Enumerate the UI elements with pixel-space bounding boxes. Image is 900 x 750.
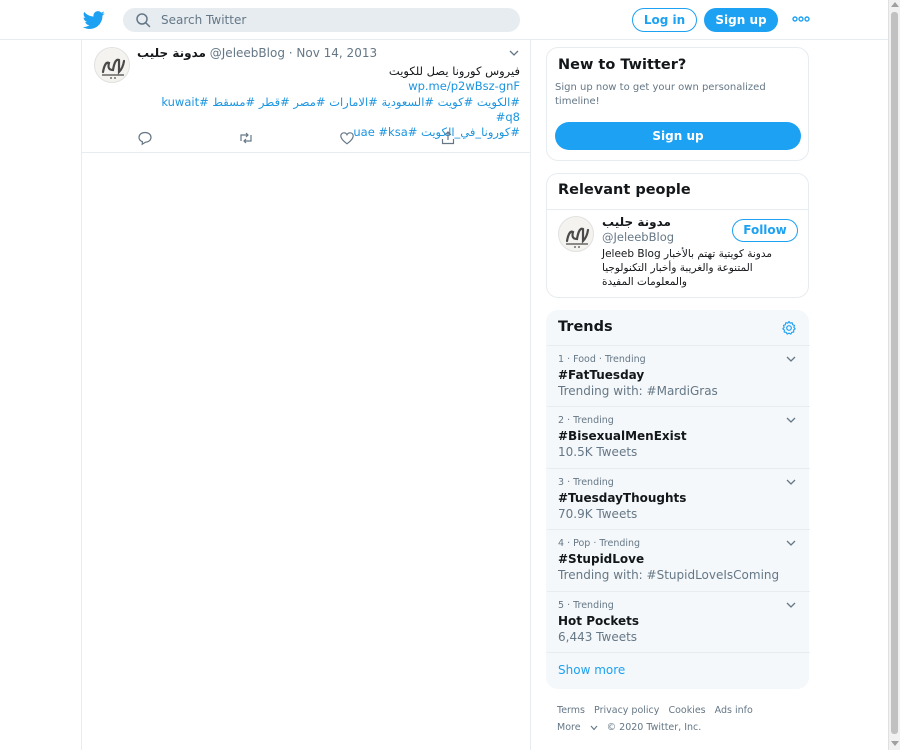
- trend-item[interactable]: 2 · Trending #BisexualMenExist 10.5K Twe…: [547, 406, 810, 467]
- timeline-empty-area: [82, 154, 530, 750]
- jeleeb-logo-icon: [101, 58, 126, 79]
- more-options-icon[interactable]: [792, 12, 810, 26]
- tweet-date[interactable]: Nov 14, 2013: [296, 46, 377, 60]
- trends-card: Trends 1 · Food · Trending #FatTuesday T…: [546, 310, 810, 690]
- trend-meta: 1 · Food · Trending: [558, 354, 646, 365]
- like-icon[interactable]: [339, 130, 355, 146]
- trend-subtitle: 70.9K Tweets: [558, 507, 638, 521]
- trend-title[interactable]: #BisexualMenExist: [558, 429, 687, 443]
- trend-meta: 3 · Trending: [558, 477, 614, 488]
- trend-meta: 5 · Trending: [558, 600, 614, 611]
- trend-subtitle: Trending with: #StupidLoveIsComing: [558, 568, 780, 582]
- search-icon: [136, 13, 151, 28]
- tweet-link[interactable]: wp.me/p2wBsz-gnF: [137, 79, 520, 94]
- scroll-down-arrow-icon[interactable]: [891, 741, 899, 746]
- footer-more-label[interactable]: More: [557, 722, 581, 733]
- relevant-people-card: Relevant people مدونة جليب @JeleebBlog F…: [546, 173, 809, 298]
- chevron-down-icon[interactable]: [590, 725, 598, 731]
- search-bar[interactable]: [123, 8, 520, 32]
- footer-more-link[interactable]: More: [557, 722, 601, 733]
- trend-title[interactable]: #StupidLove: [558, 552, 644, 566]
- chevron-down-icon[interactable]: [509, 50, 519, 56]
- trend-subtitle: Trending with: #MardiGras: [558, 384, 718, 398]
- search-input[interactable]: [161, 10, 501, 30]
- show-more-label[interactable]: Show more: [558, 663, 625, 677]
- chevron-down-icon[interactable]: [786, 602, 796, 608]
- chevron-down-icon[interactable]: [786, 540, 796, 546]
- tweet-text: فيروس كورونا يصل للكويت wp.me/p2wBsz-gnF…: [137, 64, 520, 140]
- person-handle[interactable]: @JeleebBlog: [602, 230, 674, 244]
- footer-ads-info-link[interactable]: Ads info: [715, 705, 753, 716]
- scroll-up-arrow-icon[interactable]: [891, 2, 899, 7]
- tweet-actions: [137, 130, 517, 146]
- tweet-header: مدونة جليب @JeleebBlog · Nov 14, 2013: [137, 46, 517, 62]
- scrollbar-thumb[interactable]: [891, 12, 898, 734]
- show-more-link[interactable]: Show more: [547, 652, 810, 690]
- trend-item[interactable]: 3 · Trending #TuesdayThoughts 70.9K Twee…: [547, 468, 810, 529]
- avatar[interactable]: [94, 47, 130, 83]
- top-bar: Log in Sign up: [0, 0, 888, 40]
- scrollbar[interactable]: [888, 0, 900, 750]
- chevron-down-icon[interactable]: [786, 479, 796, 485]
- footer: Terms Privacy policy Cookies Ads info Mo…: [557, 702, 807, 736]
- trend-item[interactable]: 5 · Trending Hot Pockets 6,443 Tweets: [547, 591, 810, 652]
- jeleeb-logo-icon: [565, 227, 590, 248]
- gear-icon[interactable]: [781, 320, 797, 336]
- trend-title[interactable]: Hot Pockets: [558, 614, 639, 628]
- card-description: Sign up now to get your own personalized…: [555, 82, 766, 107]
- trend-meta: 4 · Pop · Trending: [558, 538, 641, 549]
- separator: ·: [288, 46, 293, 60]
- trend-item[interactable]: 1 · Food · Trending #FatTuesday Trending…: [547, 345, 810, 406]
- footer-privacy-link[interactable]: Privacy policy: [594, 705, 659, 716]
- chevron-down-icon[interactable]: [786, 356, 796, 362]
- retweet-icon[interactable]: [238, 130, 254, 146]
- tweet[interactable]: مدونة جليب @JeleebBlog · Nov 14, 2013 في…: [82, 40, 530, 153]
- tweet-author-name[interactable]: مدونة جليب: [137, 46, 206, 60]
- avatar[interactable]: [558, 216, 594, 252]
- card-title: Trends: [558, 319, 613, 335]
- person-name[interactable]: مدونة جليب: [602, 215, 671, 229]
- person-bio: مدونة كويتية تهتم بالأخبار Jeleeb Blog ا…: [602, 248, 772, 288]
- trend-item[interactable]: 4 · Pop · Trending #StupidLove Trending …: [547, 529, 810, 590]
- share-icon[interactable]: [440, 130, 456, 146]
- trend-title[interactable]: #FatTuesday: [558, 368, 644, 382]
- login-button[interactable]: Log in: [632, 8, 697, 32]
- trend-subtitle: 6,443 Tweets: [558, 630, 638, 644]
- card-title: Relevant people: [558, 182, 691, 198]
- tweet-hashtags[interactable]: #الكويت #كويت #السعودية #الامارات #مصر #…: [137, 95, 520, 126]
- card-title: New to Twitter?: [558, 57, 687, 73]
- divider: [547, 209, 808, 210]
- trend-meta: 2 · Trending: [558, 415, 614, 426]
- tweet-text-line: فيروس كورونا يصل للكويت: [388, 64, 520, 78]
- trend-subtitle: 10.5K Tweets: [558, 445, 638, 459]
- chevron-down-icon[interactable]: [786, 417, 796, 423]
- signup-button[interactable]: Sign up: [704, 8, 778, 32]
- footer-cookies-link[interactable]: Cookies: [668, 705, 705, 716]
- follow-button[interactable]: Follow: [732, 219, 798, 242]
- reply-icon[interactable]: [137, 130, 153, 146]
- tweet-author-handle[interactable]: @JeleebBlog: [210, 46, 285, 60]
- copyright: © 2020 Twitter, Inc.: [606, 722, 702, 733]
- timeline-column: مدونة جليب @JeleebBlog · Nov 14, 2013 في…: [81, 40, 531, 750]
- twitter-bird-icon[interactable]: [83, 9, 105, 31]
- signup-button[interactable]: Sign up: [555, 122, 801, 150]
- footer-terms-link[interactable]: Terms: [557, 705, 585, 716]
- trend-title[interactable]: #TuesdayThoughts: [558, 491, 686, 505]
- new-to-twitter-card: New to Twitter? Sign up now to get your …: [546, 47, 809, 161]
